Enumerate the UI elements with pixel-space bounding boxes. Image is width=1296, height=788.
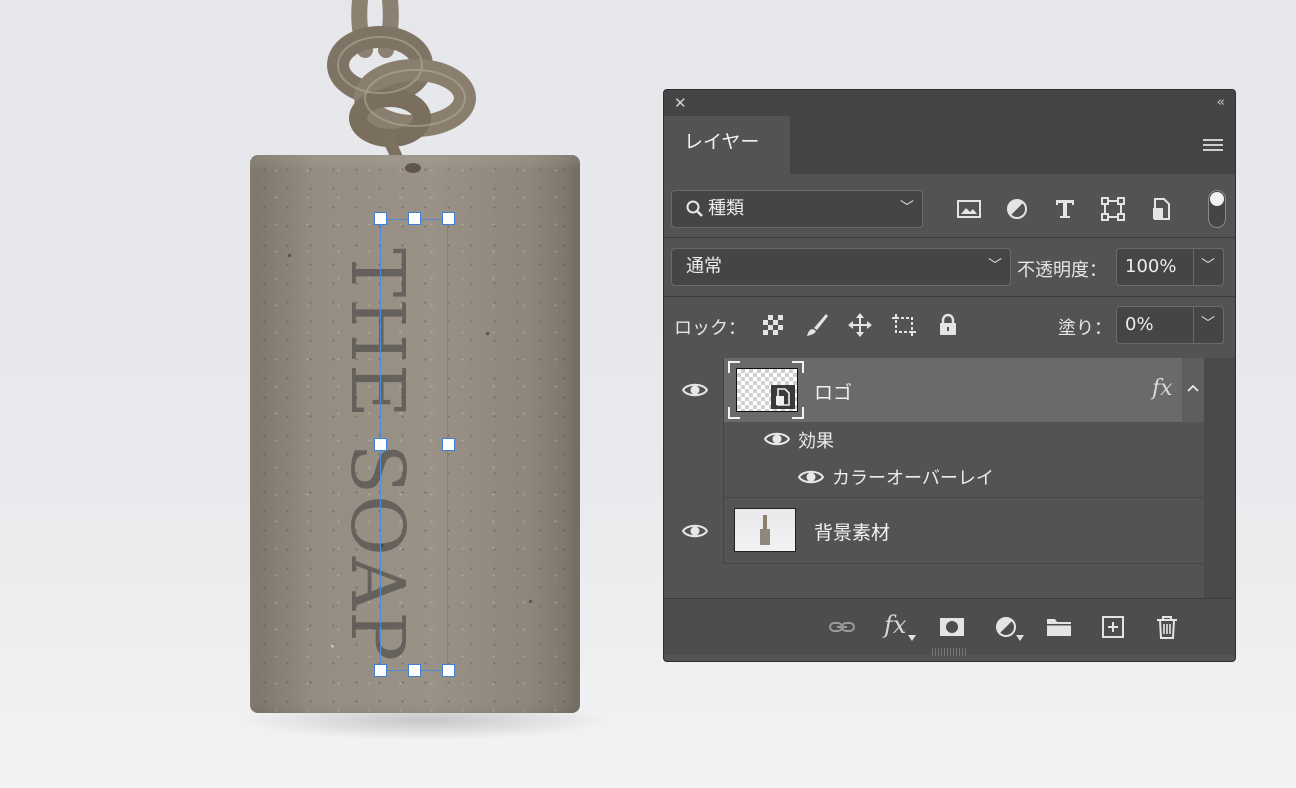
filter-smart-object-icon[interactable] [1148, 196, 1174, 222]
new-layer-icon[interactable] [1099, 613, 1127, 641]
panel-menu-icon[interactable] [1203, 139, 1223, 154]
handle-top-left[interactable] [374, 212, 387, 225]
eye-icon[interactable] [798, 468, 824, 486]
dropdown-triangle-icon [908, 635, 916, 641]
chevron-up-icon [1187, 384, 1199, 392]
eye-icon[interactable] [682, 522, 708, 540]
divider [1193, 307, 1194, 343]
layers-bottom-toolbar: fx [664, 598, 1235, 655]
fill-value[interactable]: 0% [1125, 308, 1154, 342]
handle-top-right[interactable] [442, 212, 455, 225]
blend-mode-value: 通常 [686, 256, 722, 277]
opacity-label: 不透明度： [1017, 260, 1107, 281]
lock-position-move-icon[interactable] [847, 312, 873, 338]
thumbnail-soap-shape [760, 529, 770, 545]
fill-label: 塗り： [1058, 318, 1112, 339]
tab-layers[interactable]: レイヤー [664, 116, 790, 174]
thumbnail-rope-shape [763, 515, 767, 529]
layers-scrollbar[interactable] [1204, 358, 1235, 598]
add-layer-style-fx-icon[interactable]: fx [884, 611, 906, 639]
panel-tab-row: レイヤー [664, 116, 1235, 174]
layers-list: ロゴ fx 効果 カラーオーバーレイ 背景素材 [664, 358, 1204, 598]
filter-type-layer-icon[interactable] [1052, 196, 1078, 222]
link-layers-icon[interactable] [828, 613, 856, 641]
handle-bottom-center[interactable] [408, 664, 421, 677]
layer-thumbnail-background[interactable] [734, 508, 796, 552]
lock-all-padlock-icon[interactable] [935, 312, 961, 338]
chevron-down-icon[interactable]: ﹀ [1201, 249, 1215, 283]
filter-pixel-layer-icon[interactable] [956, 196, 982, 222]
layer-fx-indicator[interactable]: fx [1152, 376, 1173, 401]
layer-name-logo[interactable]: ロゴ [814, 378, 852, 405]
lock-transparent-pixels-icon[interactable] [760, 312, 786, 338]
handle-middle-left[interactable] [374, 438, 387, 451]
chevron-down-icon: ﹀ [988, 258, 1002, 274]
transform-bounding-box[interactable] [380, 219, 448, 671]
eye-icon[interactable] [764, 430, 790, 448]
separator [664, 237, 1235, 238]
divider [1193, 249, 1194, 285]
lock-artboard-icon[interactable] [891, 312, 917, 338]
selected-thumbnail-frame-icon [728, 361, 804, 419]
filter-toggle-switch[interactable] [1208, 190, 1226, 228]
chevron-down-icon: ﹀ [900, 200, 914, 216]
filter-kind-value: 種類 [708, 198, 744, 219]
separator [664, 296, 1235, 297]
collapse-panel-icon[interactable]: ‹‹ [1217, 94, 1226, 112]
close-icon[interactable]: ✕ [674, 94, 687, 112]
search-icon [686, 200, 703, 217]
filter-adjustment-layer-icon[interactable] [1004, 196, 1030, 222]
soap-hole [405, 163, 421, 173]
effect-color-overlay[interactable]: カラーオーバーレイ [832, 464, 994, 490]
filter-shape-layer-icon[interactable] [1100, 196, 1126, 222]
panel-resize-grip[interactable] [932, 648, 968, 656]
chevron-down-icon[interactable]: ﹀ [1201, 307, 1215, 341]
fill-field[interactable]: 0% ﹀ [1116, 306, 1224, 344]
layer-name-background[interactable]: 背景素材 [814, 518, 890, 545]
new-group-folder-icon[interactable] [1045, 613, 1073, 641]
visibility-column [664, 358, 724, 498]
lock-image-pixels-brush-icon[interactable] [804, 312, 830, 338]
rope-knot [327, 0, 476, 166]
layer-row-logo[interactable]: ロゴ fx 効果 カラーオーバーレイ [664, 358, 1204, 498]
eye-icon[interactable] [682, 381, 708, 399]
blend-mode-dropdown[interactable]: 通常 ﹀ [671, 248, 1011, 286]
layers-panel: ✕ ‹‹ レイヤー 種類 ﹀ 通常 ﹀ 不透明度： 100% ﹀ ロック： 塗り… [663, 89, 1236, 662]
dropdown-triangle-icon [1016, 635, 1024, 641]
delete-layer-trash-icon[interactable] [1153, 613, 1181, 641]
filter-kind-dropdown[interactable]: 種類 ﹀ [671, 190, 923, 228]
handle-bottom-right[interactable] [442, 664, 455, 677]
add-layer-mask-icon[interactable] [938, 613, 966, 641]
fx-expand-toggle[interactable] [1182, 358, 1204, 422]
opacity-value[interactable]: 100% [1125, 250, 1176, 284]
handle-bottom-left[interactable] [374, 664, 387, 677]
effects-label[interactable]: 効果 [798, 427, 834, 453]
handle-top-center[interactable] [408, 212, 421, 225]
layer-row-background[interactable]: 背景素材 [664, 498, 1204, 564]
panel-titlebar[interactable]: ✕ ‹‹ [664, 90, 1235, 116]
separator [724, 563, 1204, 564]
opacity-field[interactable]: 100% ﹀ [1116, 248, 1224, 286]
lock-label: ロック： [674, 318, 746, 339]
handle-middle-right[interactable] [442, 438, 455, 451]
